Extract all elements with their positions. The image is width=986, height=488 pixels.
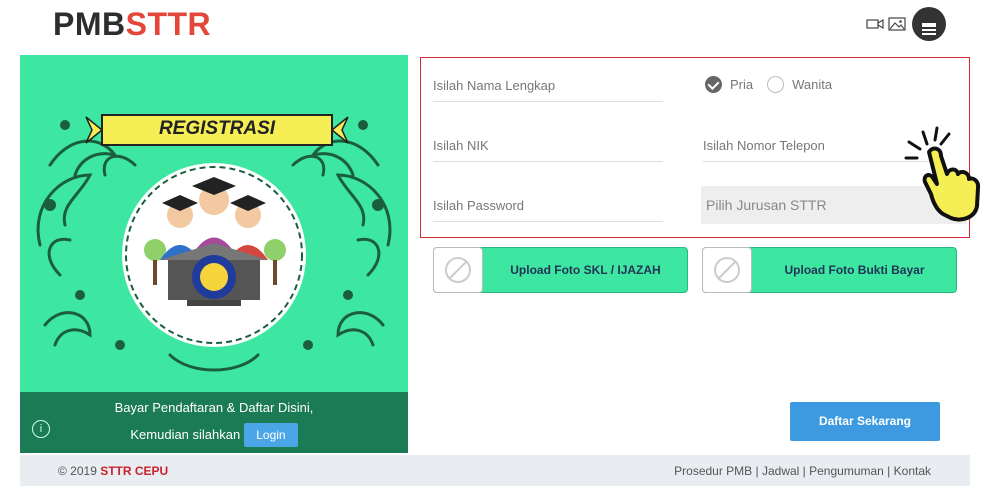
registration-banner-panel: REGISTRASI i Bayar Pendaftaran & Daftar … [20, 55, 408, 453]
upload-skl-label: Upload Foto SKL / IJAZAH [510, 263, 661, 277]
header-icons [866, 6, 946, 42]
pria-radio-checked-icon[interactable] [705, 76, 722, 93]
header: PMBSTTR [0, 0, 986, 50]
no-image-icon [702, 247, 752, 293]
info-line-1: Bayar Pendaftaran & Daftar Disini, [114, 400, 314, 415]
daftar-sekarang-button[interactable]: Daftar Sekarang [790, 402, 940, 441]
upload-bayar-label: Upload Foto Bukti Bayar [784, 263, 925, 277]
page-footer: © 2019 STTR CEPU Prosedur PMB | Jadwal |… [20, 455, 970, 486]
footer-link-prosedur[interactable]: Prosedur PMB [674, 464, 752, 478]
footer-link-jadwal[interactable]: Jadwal [762, 464, 799, 478]
menu-button[interactable] [912, 7, 946, 41]
nik-field[interactable]: Isilah NIK [433, 138, 663, 162]
copyright: © 2019 STTR CEPU [58, 464, 168, 478]
info-footer: i Bayar Pendaftaran & Daftar Disini, Kem… [20, 392, 408, 453]
phone-field[interactable]: Isilah Nomor Telepon [703, 138, 933, 162]
logo-part-1: PMB [53, 6, 126, 42]
wanita-label[interactable]: Wanita [792, 77, 832, 92]
video-icon[interactable] [866, 16, 884, 32]
no-image-icon [433, 247, 483, 293]
logo-part-2: STTR [125, 6, 212, 42]
footer-link-kontak[interactable]: Kontak [894, 464, 931, 478]
copyright-org: STTR CEPU [100, 464, 169, 478]
gender-radio-group: Pria Wanita [705, 76, 832, 93]
info-line-2-text: Kemudian silahkan [130, 427, 241, 442]
registration-illustration [36, 114, 392, 372]
pointing-hand-icon [903, 122, 981, 229]
registrasi-banner-title: REGISTRASI [158, 118, 276, 139]
name-field[interactable]: Isilah Nama Lengkap [433, 78, 663, 102]
copyright-year: © 2019 [58, 464, 97, 478]
logo[interactable]: PMBSTTR [53, 6, 211, 43]
login-button[interactable]: Login [244, 423, 298, 447]
registration-form: Isilah Nama Lengkap Pria Wanita Isilah N… [420, 57, 970, 238]
pria-label[interactable]: Pria [730, 77, 753, 92]
upload-skl-button[interactable]: Upload Foto SKL / IJAZAH [433, 247, 688, 293]
password-field[interactable]: Isilah Password [433, 198, 663, 222]
upload-bukti-bayar-button[interactable]: Upload Foto Bukti Bayar [702, 247, 957, 293]
footer-links: Prosedur PMB | Jadwal | Pengumuman | Kon… [674, 464, 931, 478]
image-icon[interactable] [888, 16, 906, 32]
wanita-radio-icon[interactable] [767, 76, 785, 93]
info-line-2: Kemudian silahkan Login [20, 423, 408, 447]
footer-link-pengumuman[interactable]: Pengumuman [809, 464, 884, 478]
